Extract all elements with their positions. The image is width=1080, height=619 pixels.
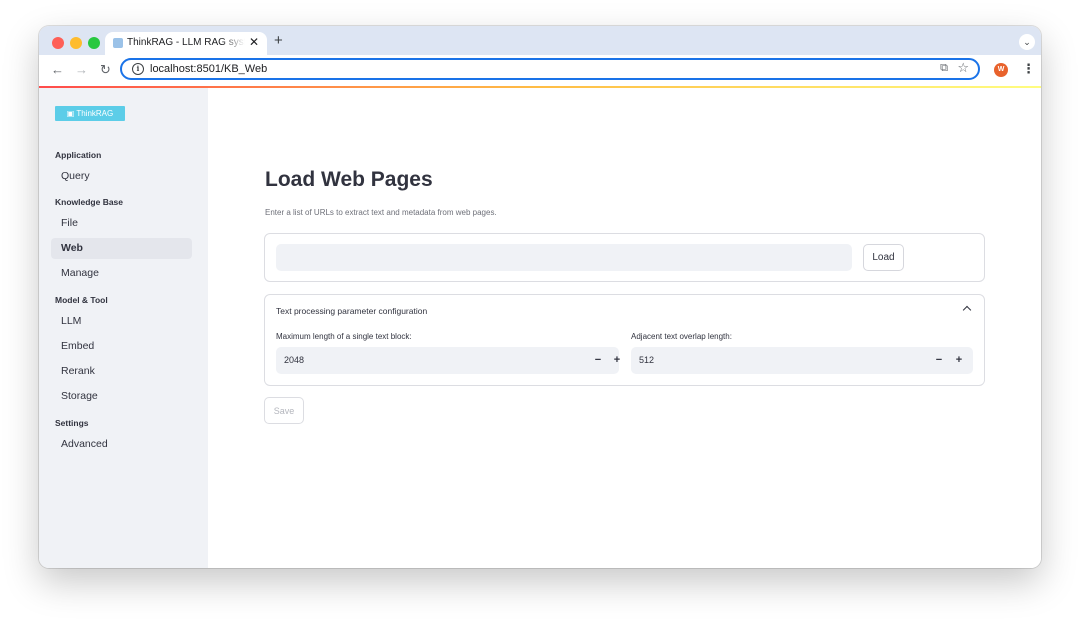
config-expander-header[interactable]: Text processing parameter configuration: [265, 295, 984, 325]
tab-search-icon[interactable]: ⌄: [1019, 34, 1035, 50]
browser-window: ThinkRAG - LLM RAG system ✕ + ⌄ ← → ↻ i …: [39, 26, 1041, 568]
browser-toolbar: ← → ↻ i localhost:8501/KB_Web ⧉ ☆ W ⋮: [39, 55, 1041, 86]
sidebar-item-manage[interactable]: Manage: [51, 263, 192, 284]
overlap-length-decrement-button[interactable]: −: [933, 353, 945, 367]
window-maximize-button[interactable]: [88, 37, 100, 49]
config-expander: Text processing parameter configuration …: [264, 294, 985, 386]
overlap-length-value[interactable]: 512: [639, 355, 654, 365]
bookmark-star-icon[interactable]: ☆: [957, 60, 969, 76]
max-length-stepper[interactable]: 2048 − +: [276, 347, 620, 374]
sidebar-item-file[interactable]: File: [51, 213, 192, 234]
browser-tab[interactable]: ThinkRAG - LLM RAG system ✕: [105, 32, 267, 55]
back-arrow-icon[interactable]: ←: [51, 63, 64, 77]
max-length-increment-button[interactable]: +: [611, 353, 623, 367]
browser-menu-icon[interactable]: ⋮: [1022, 61, 1035, 77]
url-input[interactable]: [276, 244, 852, 271]
favicon-icon: [113, 38, 123, 48]
logo-text: ThinkRAG: [76, 109, 114, 118]
page-title: Load Web Pages: [265, 168, 433, 191]
nav-section-settings: Settings: [55, 418, 89, 428]
nav-section-application: Application: [55, 150, 102, 160]
sidebar-item-storage[interactable]: Storage: [51, 386, 192, 407]
profile-avatar[interactable]: W: [994, 63, 1008, 77]
tab-title: ThinkRAG - LLM RAG system: [127, 37, 245, 48]
save-button[interactable]: Save: [264, 397, 304, 424]
sidebar: ▣ ThinkRAG Application Query Knowledge Ba…: [39, 88, 208, 568]
url-text[interactable]: localhost:8501/KB_Web: [150, 63, 267, 75]
url-form: Load: [264, 233, 985, 282]
overlap-length-stepper[interactable]: 512 − +: [631, 347, 973, 374]
sidebar-item-advanced[interactable]: Advanced: [51, 434, 192, 455]
reload-icon[interactable]: ↻: [100, 63, 111, 77]
chevron-up-icon[interactable]: [962, 305, 972, 315]
site-info-icon[interactable]: i: [132, 63, 144, 75]
load-button[interactable]: Load: [863, 244, 904, 271]
overlap-length-increment-button[interactable]: +: [953, 353, 965, 367]
overlap-length-label: Adjacent text overlap length:: [631, 332, 732, 341]
sidebar-item-rerank[interactable]: Rerank: [51, 361, 192, 382]
max-length-value[interactable]: 2048: [284, 355, 304, 365]
address-bar[interactable]: i localhost:8501/KB_Web ⧉ ☆: [120, 58, 980, 80]
window-close-button[interactable]: [52, 37, 64, 49]
sidebar-item-llm[interactable]: LLM: [51, 311, 192, 332]
page-caption: Enter a list of URLs to extract text and…: [265, 208, 497, 217]
main-content: Load Web Pages Enter a list of URLs to e…: [208, 88, 1041, 568]
forward-arrow-icon[interactable]: →: [75, 63, 88, 77]
max-length-label: Maximum length of a single text block:: [276, 332, 412, 341]
window-minimize-button[interactable]: [70, 37, 82, 49]
translate-icon[interactable]: ⧉: [940, 62, 948, 75]
nav-section-model-tool: Model & Tool: [55, 295, 108, 305]
logo-icon: ▣: [66, 109, 75, 118]
sidebar-item-embed[interactable]: Embed: [51, 336, 192, 357]
max-length-decrement-button[interactable]: −: [592, 353, 604, 367]
thinkrag-logo: ▣ ThinkRAG: [55, 106, 125, 121]
sidebar-item-web[interactable]: Web: [51, 238, 192, 259]
tab-strip: ThinkRAG - LLM RAG system ✕ + ⌄: [39, 26, 1041, 55]
new-tab-button[interactable]: +: [274, 32, 283, 50]
nav-section-knowledge-base: Knowledge Base: [55, 197, 124, 207]
sidebar-item-query[interactable]: Query: [51, 166, 192, 187]
tab-close-icon[interactable]: ✕: [249, 35, 259, 49]
config-title: Text processing parameter configuration: [276, 306, 428, 316]
